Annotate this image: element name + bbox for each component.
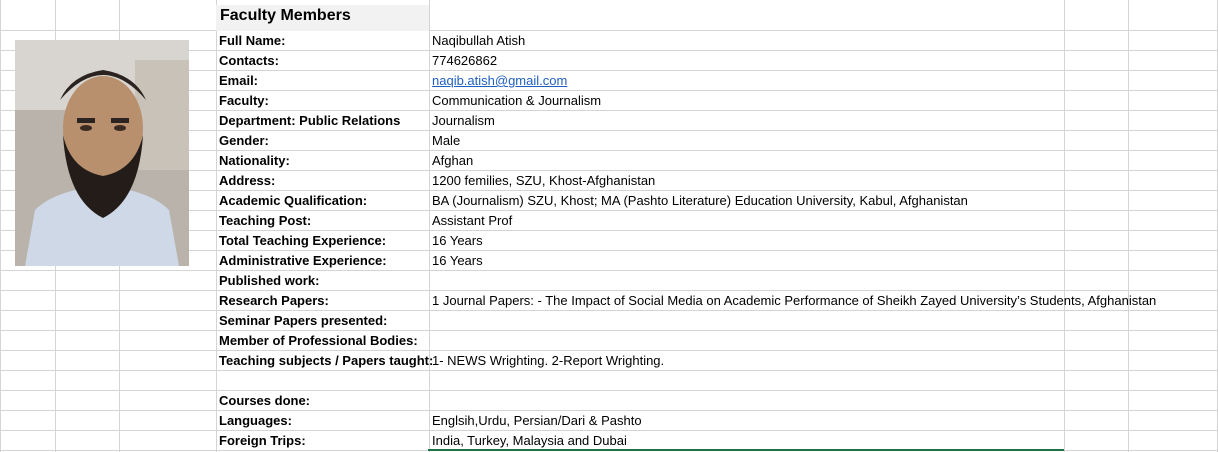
field-value[interactable]: Assistant Prof [432,211,512,231]
field-label[interactable]: Member of Professional Bodies: [219,331,418,351]
field-label[interactable]: Contacts: [219,51,279,71]
field-value[interactable]: Naqibullah Atish [432,31,525,51]
field-value[interactable]: Journalism [432,111,495,131]
field-label[interactable]: Full Name: [219,31,285,51]
row-gridline [0,390,1218,391]
field-label[interactable]: Published work: [219,271,319,291]
field-label[interactable]: Department: Public Relations [219,111,400,131]
field-label[interactable]: Academic Qualification: [219,191,367,211]
field-value[interactable]: Communication & Journalism [432,91,601,111]
column-gridline [1064,0,1065,452]
field-value[interactable]: 16 Years [432,251,483,271]
field-label[interactable]: Research Papers: [219,291,329,311]
field-value[interactable]: 1- NEWS Wrighting. 2-Report Wrighting. [432,351,664,371]
email-link[interactable]: naqib.atish@gmail.com [432,71,567,91]
profile-photo[interactable] [15,40,189,266]
row-gridline [0,30,1218,31]
active-cell-border [428,449,1064,451]
field-value[interactable]: 1 Journal Papers: - The Impact of Social… [432,291,1156,311]
column-gridline [429,0,430,452]
field-value[interactable]: Afghan [432,151,473,171]
field-label[interactable]: Address: [219,171,275,191]
field-label[interactable]: Courses done: [219,391,310,411]
column-gridline [0,0,1,452]
field-label[interactable]: Total Teaching Experience: [219,231,386,251]
field-label[interactable]: Teaching subjects / Papers taught: [219,351,433,371]
field-value[interactable]: 16 Years [432,231,483,251]
column-gridline [1128,0,1129,452]
field-value[interactable]: 774626862 [432,51,497,71]
field-label[interactable]: Administrative Experience: [219,251,387,271]
field-value[interactable]: Englsih,Urdu, Persian/Dari & Pashto [432,411,642,431]
field-label[interactable]: Gender: [219,131,269,151]
row-gridline [0,270,1218,271]
field-label[interactable]: Email: [219,71,258,91]
field-label[interactable]: Foreign Trips: [219,431,306,451]
row-gridline [0,330,1218,331]
profile-photo-image [15,40,189,266]
field-value[interactable]: Male [432,131,460,151]
sheet-title: Faculty Members [220,7,351,24]
field-label[interactable]: Teaching Post: [219,211,311,231]
field-label[interactable]: Faculty: [219,91,269,111]
column-gridline [216,0,217,452]
field-label[interactable]: Languages: [219,411,292,431]
field-label[interactable]: Nationality: [219,151,290,171]
field-label[interactable]: Seminar Papers presented: [219,311,387,331]
field-value[interactable]: India, Turkey, Malaysia and Dubai [432,431,627,451]
field-value[interactable]: BA (Journalism) SZU, Khost; MA (Pashto L… [432,191,968,211]
field-value[interactable]: 1200 femilies, SZU, Khost-Afghanistan [432,171,655,191]
